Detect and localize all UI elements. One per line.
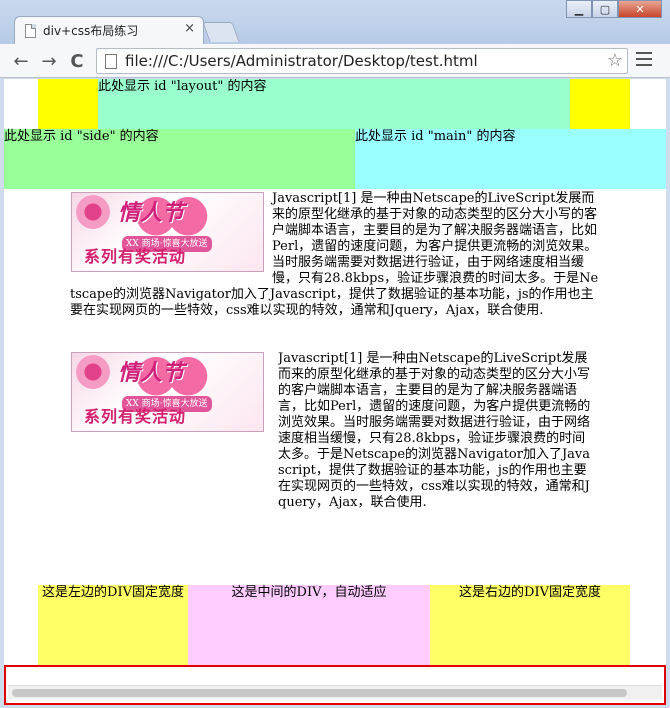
flower-icon	[76, 195, 110, 229]
reload-button[interactable]: C	[66, 50, 88, 72]
maximize-button[interactable]: ▢	[592, 0, 618, 18]
tab-title: div+css布局练习	[43, 24, 139, 38]
promo-title: 情人节	[118, 360, 185, 386]
promo-image: 情人节 XX 商场·惊喜大放送 系列有奖活动	[71, 352, 264, 432]
promo-image: 情人节 XX 商场·惊喜大放送 系列有奖活动	[71, 192, 264, 272]
main-text: 此处显示 id "main" 的内容	[355, 129, 516, 144]
center-auto-column: 这是中间的DIV，自动适应	[188, 585, 430, 667]
page-icon	[25, 24, 36, 38]
scrollbar-track[interactable]	[8, 685, 662, 699]
main-panel: 此处显示 id "main" 的内容	[355, 129, 666, 189]
minimize-button[interactable]: ▁	[566, 0, 592, 18]
center-auto-text: 这是中间的DIV，自动适应	[231, 585, 387, 600]
window-controls: ▁ ▢ ✕	[566, 0, 662, 18]
right-fixed-column: 这是右边的DIV固定宽度	[430, 585, 630, 667]
browser-tab[interactable]: div+css布局练习 ×	[14, 16, 204, 44]
side-panel: 此处显示 id "side" 的内容	[4, 129, 355, 189]
bookmark-star-icon[interactable]: ☆	[607, 50, 623, 71]
flower-icon	[76, 355, 110, 389]
layout-content: 此处显示 id "layout" 的内容	[98, 79, 570, 129]
promo-title: 情人节	[118, 200, 185, 226]
file-icon	[105, 54, 117, 69]
scrollbar-thumb[interactable]	[12, 689, 627, 697]
url-text[interactable]: file:///C:/Users/Administrator/Desktop/t…	[125, 52, 478, 70]
close-window-button[interactable]: ✕	[618, 0, 662, 18]
back-button[interactable]: ←	[10, 50, 32, 72]
layout-text: 此处显示 id "layout" 的内容	[98, 79, 267, 94]
left-fixed-column: 这是左边的DIV固定宽度	[38, 585, 188, 667]
article-block-2: 情人节 XX 商场·惊喜大放送 系列有奖活动 Javascript[1] 是一种…	[70, 351, 596, 511]
promo-bottom-text: 系列有奖活动	[84, 247, 187, 266]
side-text: 此处显示 id "side" 的内容	[4, 129, 159, 144]
menu-icon[interactable]	[636, 52, 652, 68]
page-viewport: 此处显示 id "layout" 的内容 此处显示 id "side" 的内容 …	[4, 79, 666, 703]
left-fixed-text: 这是左边的DIV固定宽度	[42, 585, 184, 600]
address-bar[interactable]: file:///C:/Users/Administrator/Desktop/t…	[96, 48, 628, 74]
title-bar: div+css布局练习 × ▁ ▢ ✕	[0, 0, 670, 44]
horizontal-scrollbar-highlight	[4, 665, 666, 705]
promo-bottom-text: 系列有奖活动	[84, 407, 187, 426]
layout-container: 此处显示 id "layout" 的内容	[38, 79, 630, 129]
close-tab-icon[interactable]: ×	[184, 21, 195, 36]
browser-toolbar: ← → C file:///C:/Users/Administrator/Des…	[0, 44, 670, 78]
article-text-2: Javascript[1] 是一种由Netscape的LiveScript发展而…	[278, 351, 591, 510]
forward-button[interactable]: →	[38, 50, 60, 72]
right-fixed-text: 这是右边的DIV固定宽度	[459, 585, 601, 600]
article-block-1: 情人节 XX 商场·惊喜大放送 系列有奖活动 Javascript[1] 是一种…	[70, 191, 600, 319]
new-tab-button[interactable]	[202, 22, 240, 42]
three-column-row: 这是左边的DIV固定宽度 这是中间的DIV，自动适应 这是右边的DIV固定宽度	[38, 585, 630, 667]
